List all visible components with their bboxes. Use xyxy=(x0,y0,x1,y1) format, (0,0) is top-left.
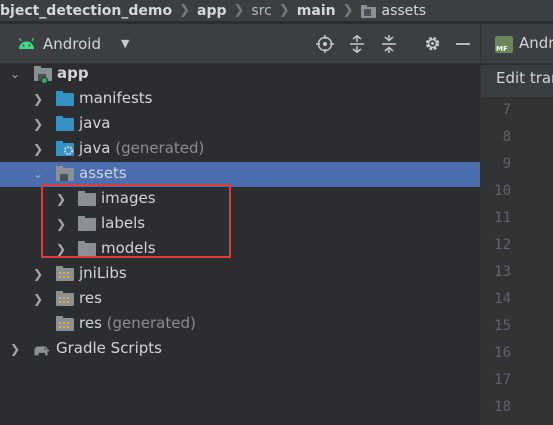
line-number: 11 xyxy=(494,210,511,226)
breadcrumb-separator: ❯ xyxy=(342,3,354,18)
chevron-down-icon[interactable]: ⌄ xyxy=(33,166,45,182)
line-number-gutter: 7 8 9 10 11 12 13 14 15 16 17 18 xyxy=(481,97,553,425)
editor-tab-manifest[interactable]: MF Andr xyxy=(481,24,553,64)
tree-item-gradle-scripts[interactable]: ❯ Gradle Scripts xyxy=(0,337,480,362)
tree-item-label: assets xyxy=(79,164,127,182)
chevron-down-icon[interactable]: ▼ xyxy=(121,37,133,51)
generated-folder-icon xyxy=(56,141,74,157)
editor-tab-label: Andr xyxy=(519,34,553,52)
chevron-down-icon[interactable]: ⌄ xyxy=(10,66,22,82)
folder-icon xyxy=(56,91,74,107)
line-number: 15 xyxy=(494,318,511,334)
tree-item-label: jniLibs xyxy=(79,264,127,282)
project-toolbar: Android ▼ xyxy=(0,24,480,64)
tree-item-label: res xyxy=(79,289,102,307)
breadcrumb-separator: ❯ xyxy=(233,3,245,18)
line-number: 9 xyxy=(502,156,511,172)
tree-item-label: Gradle Scripts xyxy=(56,339,162,357)
chevron-right-icon[interactable]: ❯ xyxy=(33,266,45,282)
line-number: 8 xyxy=(502,129,511,145)
tree-item-app[interactable]: ⌄ app xyxy=(0,62,480,87)
tree-item-java[interactable]: ❯ java xyxy=(0,112,480,137)
line-number: 7 xyxy=(502,102,511,118)
line-number: 12 xyxy=(494,237,511,253)
tree-item-jnilibs[interactable]: ❯ jniLibs xyxy=(0,262,480,287)
source-folder-icon xyxy=(56,116,74,132)
folder-icon xyxy=(360,4,376,18)
line-number: 10 xyxy=(494,183,511,199)
expand-all-icon[interactable] xyxy=(346,33,368,55)
chevron-right-icon[interactable]: ❯ xyxy=(33,141,45,157)
project-view-selector[interactable]: Android xyxy=(43,35,101,53)
highlight-box xyxy=(41,184,231,258)
breadcrumb-assets[interactable]: assets xyxy=(382,3,427,19)
line-number: 16 xyxy=(494,345,511,361)
line-number: 18 xyxy=(494,399,511,415)
editor-panel: MF Andr Edit tran 7 8 9 10 11 12 13 14 1… xyxy=(480,24,553,425)
android-icon xyxy=(18,38,35,49)
tree-item-label: java xyxy=(79,114,111,132)
gradle-elephant-icon xyxy=(34,346,50,356)
breadcrumb-separator: ❯ xyxy=(278,3,290,18)
assets-folder-icon xyxy=(56,166,74,182)
tree-item-label: manifests xyxy=(79,89,153,107)
chevron-right-icon[interactable]: ❯ xyxy=(33,291,45,307)
breadcrumb-app[interactable]: app xyxy=(197,3,227,19)
gear-icon[interactable] xyxy=(421,33,443,55)
tree-item-res-generated[interactable]: res (generated) xyxy=(0,312,480,337)
tree-item-res[interactable]: ❯ res xyxy=(0,287,480,312)
tree-item-label: res (generated) xyxy=(79,314,196,332)
resource-folder-icon xyxy=(56,266,74,282)
tree-item-manifests[interactable]: ❯ manifests xyxy=(0,87,480,112)
chevron-right-icon[interactable]: ❯ xyxy=(33,91,45,107)
breadcrumb-src[interactable]: src xyxy=(251,3,271,19)
tree-item-label: app xyxy=(57,64,89,82)
resource-folder-icon xyxy=(56,291,74,307)
breadcrumb-separator: ❯ xyxy=(179,3,191,18)
collapse-all-icon[interactable] xyxy=(378,33,400,55)
tree-item-label: java (generated) xyxy=(79,139,205,157)
target-icon[interactable] xyxy=(314,33,336,55)
breadcrumb-project[interactable]: bject_detection_demo xyxy=(0,3,172,19)
line-number: 13 xyxy=(494,264,511,280)
line-number: 17 xyxy=(494,372,511,388)
tree-item-java-generated[interactable]: ❯ java (generated) xyxy=(0,137,480,162)
resource-folder-icon xyxy=(56,316,74,332)
breadcrumb-main[interactable]: main xyxy=(297,3,336,19)
manifest-file-icon: MF xyxy=(495,36,513,53)
breadcrumb: bject_detection_demo ❯ app ❯ src ❯ main … xyxy=(0,0,553,22)
module-folder-icon xyxy=(34,66,52,84)
minimize-icon[interactable] xyxy=(452,33,474,55)
chevron-right-icon[interactable]: ❯ xyxy=(10,341,22,357)
editor-notification-bar[interactable]: Edit tran xyxy=(481,65,553,97)
chevron-right-icon[interactable]: ❯ xyxy=(33,116,45,132)
line-number: 14 xyxy=(494,291,511,307)
